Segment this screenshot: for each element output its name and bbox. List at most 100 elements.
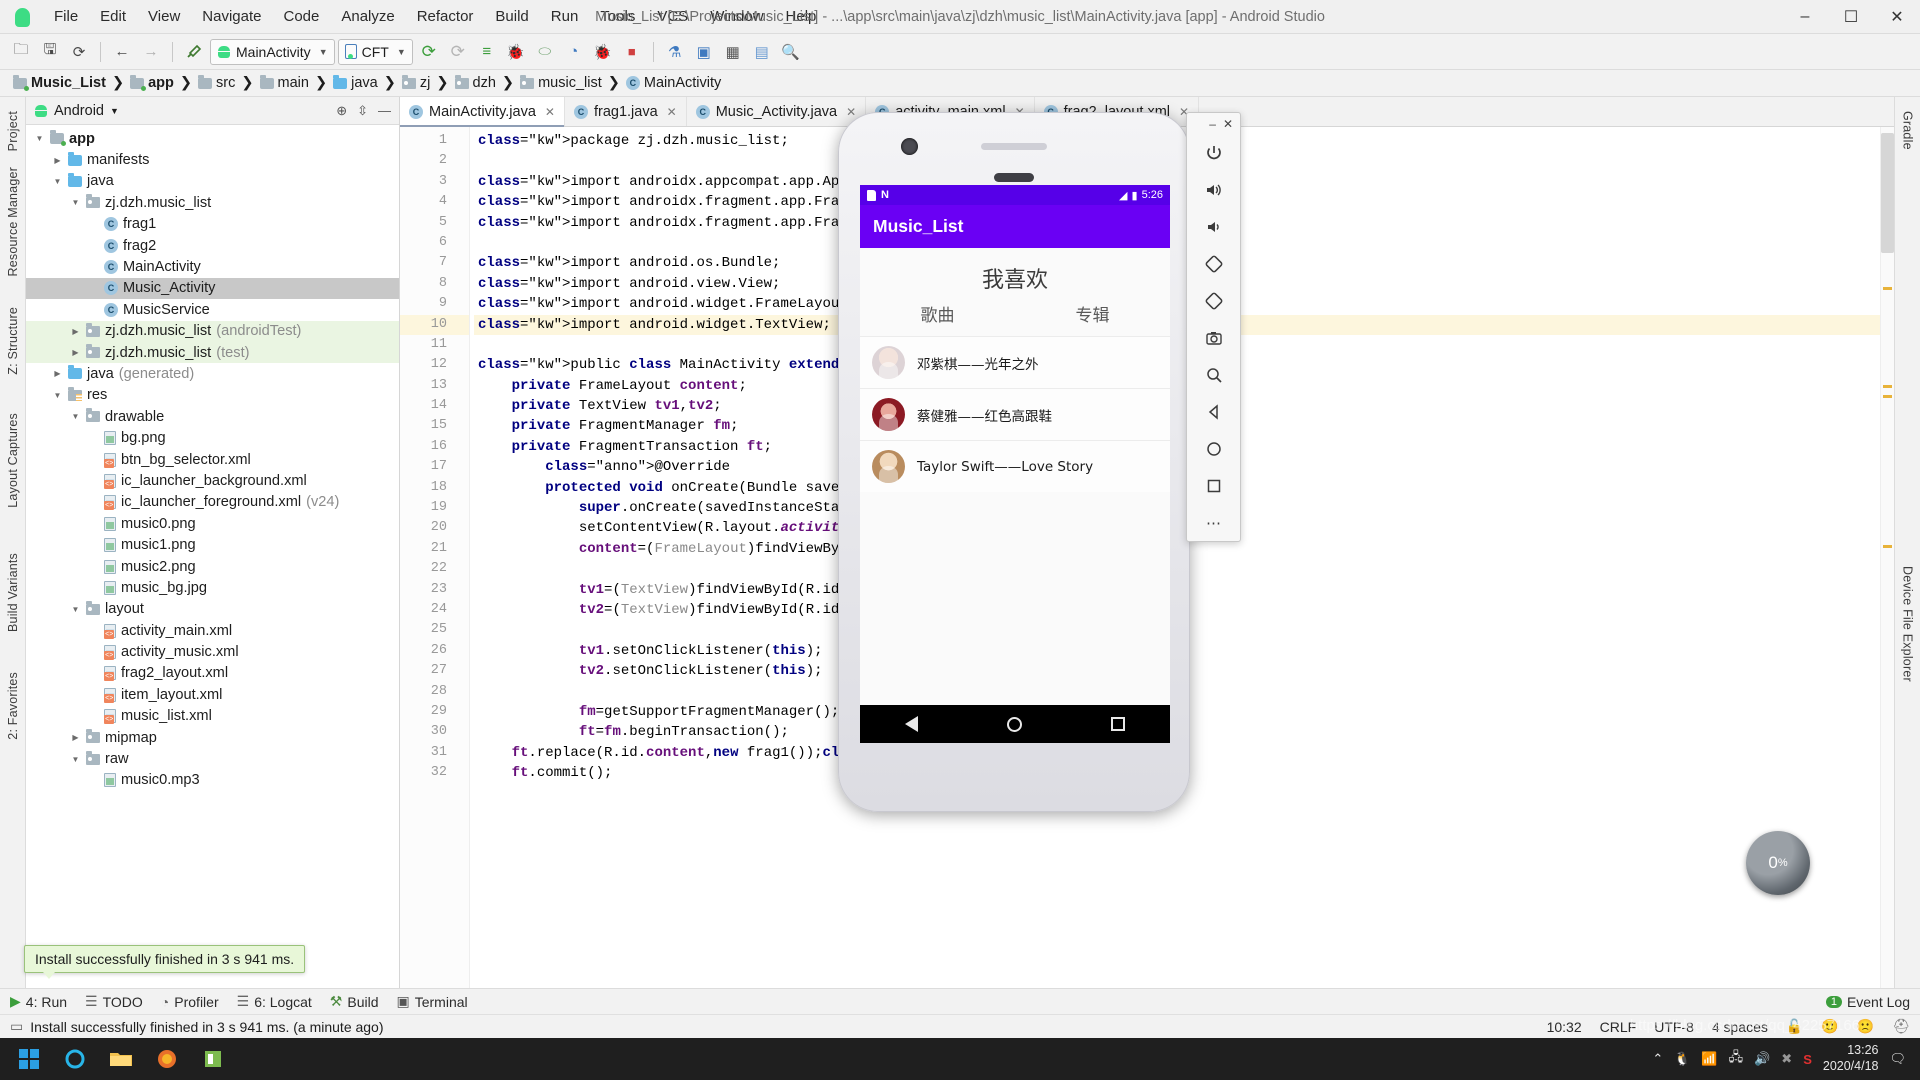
back-arrow-icon[interactable]: ← bbox=[109, 39, 135, 65]
chevron-right-icon[interactable]: ▶ bbox=[70, 348, 81, 357]
sogou-s-icon[interactable]: S bbox=[1803, 1052, 1812, 1067]
breadcrumb-item-project[interactable]: Music_List bbox=[10, 74, 109, 92]
stop-icon[interactable]: ■ bbox=[619, 39, 645, 65]
smiley-sad-icon[interactable]: 🙁 bbox=[1857, 1018, 1874, 1035]
tool-terminal[interactable]: ▣Terminal bbox=[397, 993, 468, 1010]
tab-songs[interactable]: 歌曲 bbox=[921, 301, 955, 326]
tree-node-zj-dzh-music-list[interactable]: ▶zj.dzh.music_list(test) bbox=[26, 342, 399, 363]
open-folder-icon[interactable]: 🗀 bbox=[8, 39, 34, 65]
search-icon[interactable]: 🔍 bbox=[778, 39, 804, 65]
network-icon[interactable]: 🖧 bbox=[1729, 1048, 1744, 1070]
menu-code[interactable]: Code bbox=[273, 4, 329, 29]
run-configuration-selector[interactable]: MainActivity ▼ bbox=[210, 39, 335, 65]
tree-node-drawable[interactable]: ▼drawable bbox=[26, 406, 399, 427]
caret-position[interactable]: 10:32 bbox=[1547, 1019, 1582, 1035]
menu-refactor[interactable]: Refactor bbox=[407, 4, 484, 29]
tool-todo[interactable]: ☰TODO bbox=[85, 993, 143, 1010]
tree-node-res[interactable]: ▼res bbox=[26, 385, 399, 406]
tree-node-ic-launcher-foreground-xml[interactable]: <>ic_launcher_foreground.xml(v24) bbox=[26, 492, 399, 513]
device-selector[interactable]: CFT ▼ bbox=[338, 39, 413, 65]
wifi-icon[interactable]: 📶 bbox=[1701, 1051, 1717, 1067]
power-icon[interactable] bbox=[1197, 137, 1231, 168]
editor-scrollbar[interactable] bbox=[1880, 127, 1894, 988]
rotate-right-icon[interactable] bbox=[1197, 285, 1231, 316]
cortana-search-icon[interactable] bbox=[52, 1038, 98, 1080]
editor-tab-frag1-java[interactable]: Cfrag1.java✕ bbox=[565, 97, 687, 126]
forward-arrow-icon[interactable]: → bbox=[138, 39, 164, 65]
chevron-down-icon[interactable]: ▼ bbox=[34, 134, 45, 143]
more-icon[interactable]: ⋯ bbox=[1197, 507, 1231, 538]
chevron-down-icon[interactable]: ▼ bbox=[70, 605, 81, 614]
tree-node-musicservice[interactable]: CMusicService bbox=[26, 299, 399, 320]
build-hammer-icon[interactable] bbox=[181, 39, 207, 65]
hide-panel-icon[interactable]: — bbox=[378, 103, 391, 118]
list-item[interactable]: Taylor Swift——Love Story bbox=[860, 440, 1170, 492]
save-icon[interactable]: 🖫 bbox=[37, 39, 63, 65]
firefox-icon[interactable] bbox=[144, 1038, 190, 1080]
menu-help[interactable]: Help bbox=[776, 4, 827, 29]
minimize-button[interactable]: – bbox=[1782, 0, 1828, 33]
tree-node-item-layout-xml[interactable]: <>item_layout.xml bbox=[26, 684, 399, 705]
menu-run[interactable]: Run bbox=[541, 4, 589, 29]
close-icon[interactable]: ✕ bbox=[545, 105, 555, 119]
event-log-button[interactable]: 1 Event Log bbox=[1826, 994, 1910, 1010]
x-circle-icon[interactable]: ✖ bbox=[1781, 1051, 1792, 1067]
tree-node-raw[interactable]: ▼raw bbox=[26, 748, 399, 769]
sync-icon[interactable]: ⟳ bbox=[66, 39, 92, 65]
hector-icon[interactable]: ⛑ bbox=[1892, 1018, 1910, 1035]
rail-gradle[interactable]: Gradle bbox=[1901, 103, 1915, 158]
scrollbar-thumb[interactable] bbox=[1881, 133, 1894, 253]
line-separator[interactable]: CRLF bbox=[1600, 1019, 1637, 1035]
chevron-down-icon[interactable]: ▼ bbox=[70, 198, 81, 207]
run-coverage-icon[interactable]: ⟳ bbox=[445, 39, 471, 65]
back-icon[interactable] bbox=[1197, 396, 1231, 427]
breadcrumb-item-zj[interactable]: zj bbox=[399, 74, 433, 92]
breadcrumb-item-dzh[interactable]: dzh bbox=[452, 74, 499, 92]
menu-view[interactable]: View bbox=[138, 4, 190, 29]
tree-node-frag2[interactable]: Cfrag2 bbox=[26, 235, 399, 256]
close-button[interactable]: ✕ bbox=[1874, 0, 1920, 33]
tree-node-music0-mp3[interactable]: music0.mp3 bbox=[26, 770, 399, 791]
stack-icon[interactable]: ≡ bbox=[474, 39, 500, 65]
tree-node-ic-launcher-background-xml[interactable]: <>ic_launcher_background.xml bbox=[26, 470, 399, 491]
file-encoding[interactable]: UTF-8 bbox=[1654, 1019, 1694, 1035]
project-view-chevron-down-icon[interactable]: ▼ bbox=[110, 106, 119, 116]
menu-tools[interactable]: Tools bbox=[590, 4, 645, 29]
target-icon[interactable]: ⊕ bbox=[336, 103, 347, 119]
device-manager-icon[interactable]: ▤ bbox=[749, 39, 775, 65]
avd-manager-icon[interactable]: ▣ bbox=[691, 39, 717, 65]
tree-node-btn-bg-selector-xml[interactable]: <>btn_bg_selector.xml bbox=[26, 449, 399, 470]
tree-node-music-activity[interactable]: CMusic_Activity bbox=[26, 278, 399, 299]
maximize-button[interactable]: ☐ bbox=[1828, 0, 1874, 33]
profiler-icon[interactable]: ◔ bbox=[561, 39, 587, 65]
tool-build[interactable]: ⚒Build bbox=[330, 993, 379, 1010]
close-icon[interactable]: ✕ bbox=[667, 105, 677, 119]
recents-icon[interactable] bbox=[1111, 717, 1125, 731]
volume-up-icon[interactable] bbox=[1197, 174, 1231, 205]
tree-node-activity-main-xml[interactable]: <>activity_main.xml bbox=[26, 620, 399, 641]
tree-node-music-bg-jpg[interactable]: music_bg.jpg bbox=[26, 577, 399, 598]
home-icon[interactable] bbox=[1007, 717, 1022, 732]
tree-node-bg-png[interactable]: bg.png bbox=[26, 427, 399, 448]
tree-node-layout[interactable]: ▼layout bbox=[26, 599, 399, 620]
overview-icon[interactable] bbox=[1197, 470, 1231, 501]
zoom-icon[interactable] bbox=[1197, 359, 1231, 390]
chevron-right-icon[interactable]: ▶ bbox=[70, 327, 81, 336]
editor-tab-mainactivity-java[interactable]: CMainActivity.java✕ bbox=[400, 97, 565, 126]
taskbar-clock[interactable]: 13:26 2020/4/18 bbox=[1823, 1043, 1879, 1074]
rail-favorites[interactable]: 2: Favorites bbox=[6, 664, 20, 748]
breadcrumb-item-main[interactable]: main bbox=[257, 74, 312, 92]
rail-layout-captures[interactable]: Layout Captures bbox=[6, 405, 20, 516]
run-with-profiler-icon[interactable]: 🐞 bbox=[590, 39, 616, 65]
sdk-manager-icon[interactable]: ⚗ bbox=[662, 39, 688, 65]
notification-icon[interactable]: 🗨 bbox=[1889, 1051, 1906, 1067]
rail-structure[interactable]: Z: Structure bbox=[6, 299, 20, 383]
back-icon[interactable] bbox=[905, 716, 918, 732]
chevron-down-icon[interactable]: ▼ bbox=[52, 391, 63, 400]
chevron-down-icon[interactable]: ▼ bbox=[52, 177, 63, 186]
indent-setting[interactable]: 4 spaces bbox=[1712, 1019, 1768, 1035]
menu-window[interactable]: Window bbox=[700, 4, 773, 29]
rail-device-file-explorer[interactable]: Device File Explorer bbox=[1901, 558, 1915, 690]
screenshot-icon[interactable] bbox=[1197, 322, 1231, 353]
layout-inspector-icon[interactable]: ▦ bbox=[720, 39, 746, 65]
